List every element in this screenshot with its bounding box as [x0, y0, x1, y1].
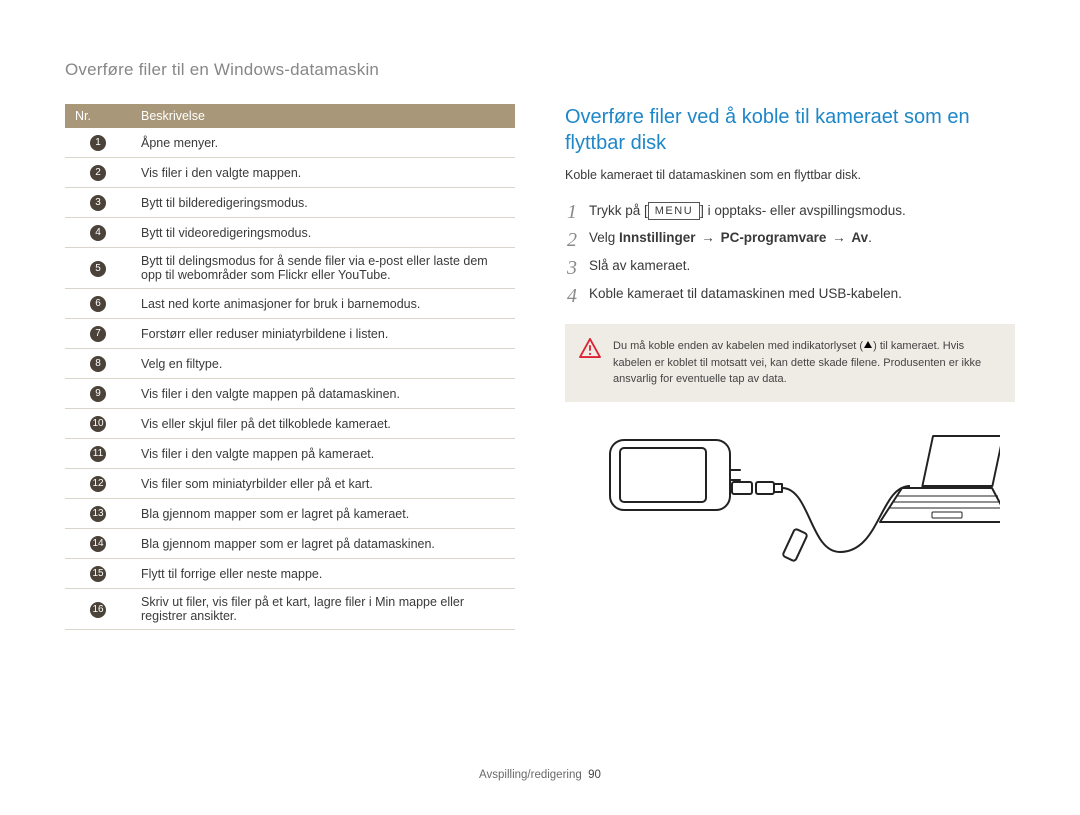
triangle-up-icon: [864, 341, 872, 348]
step-3: 3 Slå av kameraet.: [565, 258, 1015, 278]
table-row: 1 Åpne menyer.: [65, 128, 515, 158]
table-row: 14 Bla gjennom mapper som er lagret på da…: [65, 529, 515, 559]
th-num: Nr.: [65, 104, 131, 128]
row-description: Flytt til forrige eller neste mappe.: [131, 559, 515, 589]
row-number-badge: 11: [90, 446, 106, 462]
table-row: 10 Vis eller skjul filer på det tilkobled…: [65, 409, 515, 439]
row-number-badge: 4: [90, 225, 106, 241]
row-description: Vis eller skjul filer på det tilkoblede …: [131, 409, 515, 439]
row-description: Bla gjennom mapper som er lagret på data…: [131, 529, 515, 559]
step-number: 2: [565, 230, 579, 250]
row-number-badge: 2: [90, 165, 106, 181]
step-number: 3: [565, 258, 579, 278]
row-number-badge: 10: [90, 416, 106, 432]
section-title: Overføre filer ved å koble til kameraet …: [565, 104, 1015, 156]
table-row: 5 Bytt til delingsmodus for å sende filer…: [65, 248, 515, 289]
row-number-badge: 15: [90, 566, 106, 582]
breadcrumb: Overføre filer til en Windows-datamaskin: [65, 60, 1015, 80]
row-number-badge: 5: [90, 261, 106, 277]
row-number-badge: 1: [90, 135, 106, 151]
row-description: Bytt til delingsmodus for å sende filer …: [131, 248, 515, 289]
row-description: Vis filer i den valgte mappen på kamerae…: [131, 439, 515, 469]
step-number: 1: [565, 202, 579, 222]
page-footer: Avspilling/redigering 90: [0, 769, 1080, 781]
table-row: 15 Flytt til forrige eller neste mappe.: [65, 559, 515, 589]
row-number-badge: 8: [90, 356, 106, 372]
table-row: 12 Vis filer som miniatyrbilder eller på …: [65, 469, 515, 499]
description-table: Nr. Beskrivelse 1 Åpne menyer. 2 Vis filer …: [65, 104, 515, 630]
table-row: 4 Bytt til videoredigeringsmodus.: [65, 218, 515, 248]
row-description: Skriv ut filer, vis filer på et kart, la…: [131, 589, 515, 630]
step-2: 2 Velg Innstillinger → PC-programvare → …: [565, 230, 1015, 250]
row-description: Forstørr eller reduser miniatyrbildene i…: [131, 319, 515, 349]
menu-key: MENU: [648, 202, 700, 220]
row-description: Bytt til bilderedigeringsmodus.: [131, 188, 515, 218]
row-number-badge: 12: [90, 476, 106, 492]
row-number-badge: 7: [90, 326, 106, 342]
table-row: 6 Last ned korte animasjoner for bruk i b…: [65, 289, 515, 319]
warning-icon: [579, 338, 601, 358]
table-row: 11 Vis filer i den valgte mappen på kamer…: [65, 439, 515, 469]
row-number-badge: 9: [90, 386, 106, 402]
row-number-badge: 3: [90, 195, 106, 211]
row-number-badge: 14: [90, 536, 106, 552]
step-4: 4 Koble kameraet til datamaskinen med US…: [565, 286, 1015, 306]
warning-text: Du må koble enden av kabelen med indikat…: [613, 338, 1001, 388]
table-row: 3 Bytt til bilderedigeringsmodus.: [65, 188, 515, 218]
step-1: 1 Trykk på [MENU] i opptaks- eller avspi…: [565, 202, 1015, 222]
table-row: 8 Velg en filtype.: [65, 349, 515, 379]
th-desc: Beskrivelse: [131, 104, 515, 128]
table-row: 16 Skriv ut filer, vis filer på et kart, …: [65, 589, 515, 630]
row-description: Bytt til videoredigeringsmodus.: [131, 218, 515, 248]
row-description: Vis filer i den valgte mappen.: [131, 158, 515, 188]
table-row: 7 Forstørr eller reduser miniatyrbildene …: [65, 319, 515, 349]
row-description: Last ned korte animasjoner for bruk i ba…: [131, 289, 515, 319]
step-number: 4: [565, 286, 579, 306]
row-number-badge: 16: [90, 602, 106, 618]
row-description: Åpne menyer.: [131, 128, 515, 158]
connection-illustration: [565, 422, 1015, 590]
row-description: Vis filer som miniatyrbilder eller på et…: [131, 469, 515, 499]
table-row: 13 Bla gjennom mapper som er lagret på ka…: [65, 499, 515, 529]
row-description: Vis filer i den valgte mappen på datamas…: [131, 379, 515, 409]
steps-list: 1 Trykk på [MENU] i opptaks- eller avspi…: [565, 202, 1015, 306]
warning-box: Du må koble enden av kabelen med indikat…: [565, 324, 1015, 402]
row-number-badge: 13: [90, 506, 106, 522]
section-intro: Koble kameraet til datamaskinen som en f…: [565, 168, 1015, 182]
row-number-badge: 6: [90, 296, 106, 312]
table-row: 2 Vis filer i den valgte mappen.: [65, 158, 515, 188]
row-description: Velg en filtype.: [131, 349, 515, 379]
table-row: 9 Vis filer i den valgte mappen på datama…: [65, 379, 515, 409]
row-description: Bla gjennom mapper som er lagret på kame…: [131, 499, 515, 529]
